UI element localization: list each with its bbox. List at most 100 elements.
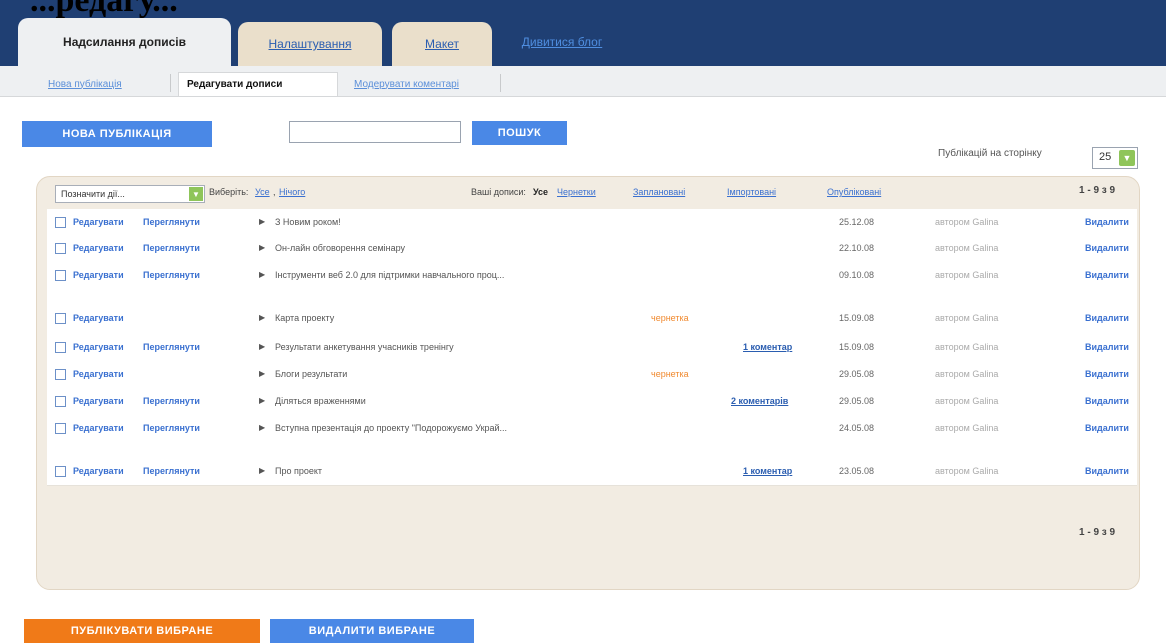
subtab-edit-posts[interactable]: Редагувати дописи [178, 72, 338, 96]
delete-link[interactable]: Видалити [1085, 243, 1129, 253]
edit-link[interactable]: Редагувати [73, 217, 124, 227]
edit-link[interactable]: Редагувати [73, 423, 124, 433]
post-date: 24.05.08 [839, 423, 875, 433]
post-author: автором Galina [935, 423, 999, 433]
delete-link[interactable]: Видалити [1085, 270, 1129, 280]
expand-arrow-icon[interactable]: ▶ [259, 369, 265, 378]
posts-per-page-value: 25 [1099, 151, 1112, 163]
post-title[interactable]: Блоги результати [275, 367, 635, 381]
posts-panel: Позначити дії... ▼ Виберіть: Усе , Нічог… [36, 176, 1140, 590]
post-date: 23.05.08 [839, 466, 875, 476]
delete-link[interactable]: Видалити [1085, 342, 1129, 352]
post-title[interactable]: Про проект [275, 464, 635, 478]
delete-link[interactable]: Видалити [1085, 466, 1129, 476]
row-checkbox[interactable] [55, 396, 66, 407]
delete-selected-button[interactable]: ВИДАЛИТИ ВИБРАНЕ [270, 619, 474, 643]
expand-arrow-icon[interactable]: ▶ [259, 217, 265, 226]
actions-select[interactable]: Позначити дії... ▼ [55, 185, 205, 203]
delete-link[interactable]: Видалити [1085, 396, 1129, 406]
post-title[interactable]: З Новим роком! [275, 215, 635, 229]
delete-link[interactable]: Видалити [1085, 217, 1129, 227]
post-title[interactable]: Он-лайн обговорення семінару [275, 241, 635, 255]
subtab-divider [170, 74, 171, 92]
tab-view-blog[interactable]: Дивитися блог [494, 18, 630, 66]
edit-link[interactable]: Редагувати [73, 342, 124, 352]
filter-all[interactable]: Усе [533, 187, 548, 197]
search-button[interactable]: ПОШУК [472, 121, 567, 145]
post-title[interactable]: Результати анкетування учасників тренінг… [275, 340, 655, 354]
expand-arrow-icon[interactable]: ▶ [259, 270, 265, 279]
row-checkbox[interactable] [55, 270, 66, 281]
view-link[interactable]: Переглянути [143, 270, 200, 280]
post-row: Редагувати Переглянути ▶ З Новим роком! … [47, 209, 1137, 236]
view-link[interactable]: Переглянути [143, 243, 200, 253]
filter-bar: Позначити дії... ▼ Виберіть: Усе , Нічог… [37, 177, 1139, 209]
subtab-divider [500, 74, 501, 92]
post-row: Редагувати Переглянути ▶ Вступна презент… [47, 415, 1137, 458]
post-author: автором Galina [935, 369, 999, 379]
search-input[interactable] [289, 121, 461, 143]
delete-link[interactable]: Видалити [1085, 423, 1129, 433]
filter-drafts-link[interactable]: Чернетки [557, 187, 596, 197]
edit-link[interactable]: Редагувати [73, 270, 124, 280]
filter-published-link[interactable]: Опубліковані [827, 187, 881, 197]
view-link[interactable]: Переглянути [143, 423, 200, 433]
post-author: автором Galina [935, 243, 999, 253]
row-checkbox[interactable] [55, 466, 66, 477]
view-link[interactable]: Переглянути [143, 396, 200, 406]
post-date: 15.09.08 [839, 313, 875, 323]
tab-layout[interactable]: Макет [392, 22, 492, 66]
expand-arrow-icon[interactable]: ▶ [259, 342, 265, 351]
select-all-link[interactable]: Усе [255, 187, 270, 197]
select-none-link[interactable]: Нічого [279, 187, 305, 197]
filter-imported-link[interactable]: Імпортовані [727, 187, 776, 197]
edit-link[interactable]: Редагувати [73, 369, 124, 379]
filter-scheduled-link[interactable]: Заплановані [633, 187, 685, 197]
edit-link[interactable]: Редагувати [73, 466, 124, 476]
post-date: 25.12.08 [839, 217, 875, 227]
subtab-moderate-comments[interactable]: Модерувати коментарі [346, 72, 467, 96]
view-link[interactable]: Переглянути [143, 217, 200, 227]
actions-select-value: Позначити дії... [61, 189, 125, 199]
post-title[interactable]: Карта проекту [275, 311, 635, 325]
post-row: Редагувати Переглянути ▶ Он-лайн обговор… [47, 235, 1137, 263]
view-link[interactable]: Переглянути [143, 466, 200, 476]
post-row: Редагувати Переглянути ▶ Про проект 1 ко… [47, 457, 1137, 486]
edit-link[interactable]: Редагувати [73, 396, 124, 406]
tab-posting[interactable]: Надсилання дописів [18, 18, 231, 66]
post-author: автором Galina [935, 313, 999, 323]
row-checkbox[interactable] [55, 313, 66, 324]
expand-arrow-icon[interactable]: ▶ [259, 466, 265, 475]
new-post-button[interactable]: НОВА ПУБЛІКАЦІЯ [22, 121, 212, 147]
view-link[interactable]: Переглянути [143, 342, 200, 352]
delete-link[interactable]: Видалити [1085, 369, 1129, 379]
expand-arrow-icon[interactable]: ▶ [259, 396, 265, 405]
comments-link[interactable]: 1 коментар [743, 342, 792, 352]
row-checkbox[interactable] [55, 243, 66, 254]
comments-link[interactable]: 1 коментар [743, 466, 792, 476]
heading-fragment: ...редагу... [30, 0, 178, 19]
comments-link[interactable]: 2 коментарів [731, 396, 788, 406]
post-title[interactable]: Діляться враженнями [275, 394, 635, 408]
post-author: автором Galina [935, 466, 999, 476]
expand-arrow-icon[interactable]: ▶ [259, 243, 265, 252]
posts-per-page-select[interactable]: 25 ▼ [1092, 147, 1138, 169]
row-checkbox[interactable] [55, 369, 66, 380]
post-title[interactable]: Вступна презентація до проекту "Подорожу… [275, 421, 515, 435]
post-date: 22.10.08 [839, 243, 875, 253]
row-checkbox[interactable] [55, 217, 66, 228]
edit-link[interactable]: Редагувати [73, 313, 124, 323]
row-checkbox[interactable] [55, 342, 66, 353]
row-checkbox[interactable] [55, 423, 66, 434]
delete-link[interactable]: Видалити [1085, 313, 1129, 323]
expand-arrow-icon[interactable]: ▶ [259, 313, 265, 322]
post-title[interactable]: Інструменти веб 2.0 для підтримки навчал… [275, 268, 515, 282]
expand-arrow-icon[interactable]: ▶ [259, 423, 265, 432]
pagination-range-bottom: 1 - 9 з 9 [1079, 527, 1116, 538]
subtab-new-post[interactable]: Нова публікація [40, 72, 130, 96]
edit-link[interactable]: Редагувати [73, 243, 124, 253]
publish-selected-button[interactable]: ПУБЛІКУВАТИ ВИБРАНЕ [24, 619, 260, 643]
post-row: Редагувати ▶ Блоги результати чернетка 2… [47, 361, 1137, 389]
top-bar: ...редагу... Надсилання дописів Налаштув… [0, 0, 1166, 66]
tab-settings[interactable]: Налаштування [238, 22, 382, 66]
